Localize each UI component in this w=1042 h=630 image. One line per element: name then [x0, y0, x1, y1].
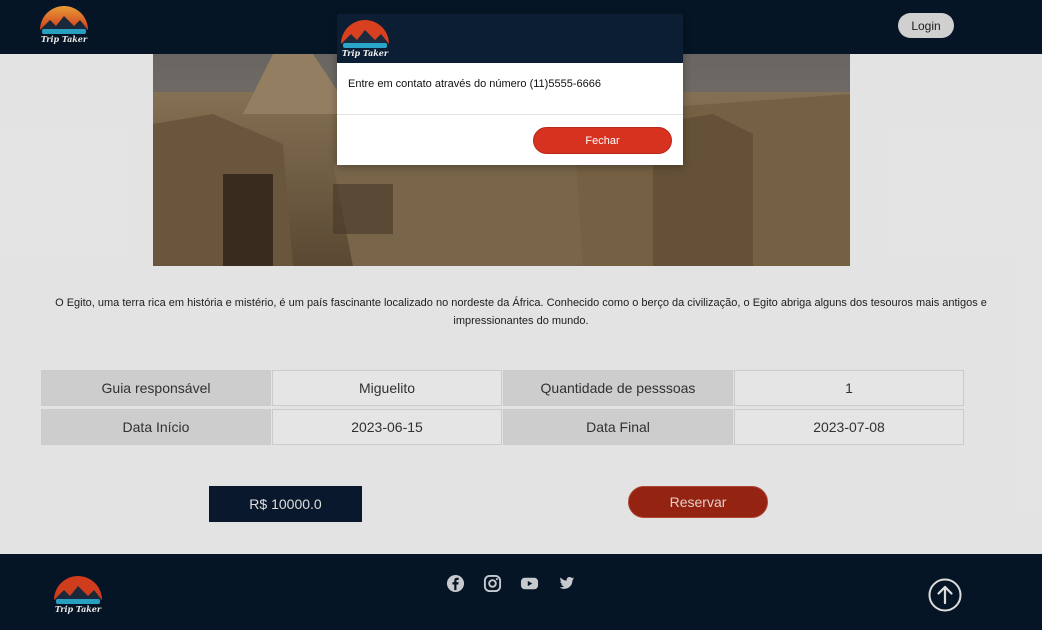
login-button[interactable]: Login	[898, 13, 954, 38]
site-footer: Trip Taker	[0, 554, 1042, 630]
trip-taker-logo[interactable]: Trip Taker	[36, 2, 92, 48]
close-modal-button[interactable]: Fechar	[533, 127, 672, 154]
start-date-value: 2023-06-15	[272, 409, 502, 445]
contact-modal: Trip Taker Entre em contato através do n…	[337, 14, 683, 165]
end-date-value: 2023-07-08	[734, 409, 964, 445]
modal-message: Entre em contato através do número (11)5…	[337, 63, 683, 115]
arrow-up-circle-icon[interactable]	[928, 578, 962, 612]
guide-value: Miguelito	[272, 370, 502, 406]
trip-taker-logo: Trip Taker	[337, 16, 393, 62]
facebook-icon[interactable]	[446, 574, 465, 593]
end-date-label: Data Final	[503, 409, 733, 445]
instagram-icon[interactable]	[483, 574, 502, 593]
trip-info-table: Guia responsável Miguelito Quantidade de…	[41, 370, 964, 445]
reserve-button[interactable]: Reservar	[628, 486, 768, 518]
trip-taker-logo[interactable]: Trip Taker	[50, 572, 106, 618]
youtube-icon[interactable]	[520, 574, 539, 593]
start-date-label: Data Início	[41, 409, 271, 445]
social-links	[446, 574, 576, 593]
svg-text:Trip Taker: Trip Taker	[55, 604, 102, 614]
svg-text:Trip Taker: Trip Taker	[41, 34, 88, 44]
twitter-icon[interactable]	[557, 574, 576, 593]
people-label: Quantidade de pesssoas	[503, 370, 733, 406]
modal-header: Trip Taker	[337, 14, 683, 63]
guide-label: Guia responsável	[41, 370, 271, 406]
price-display: R$ 10000.0	[209, 486, 362, 522]
svg-text:Trip Taker: Trip Taker	[342, 48, 389, 58]
people-value: 1	[734, 370, 964, 406]
destination-description: O Egito, uma terra rica em história e mi…	[55, 297, 987, 327]
